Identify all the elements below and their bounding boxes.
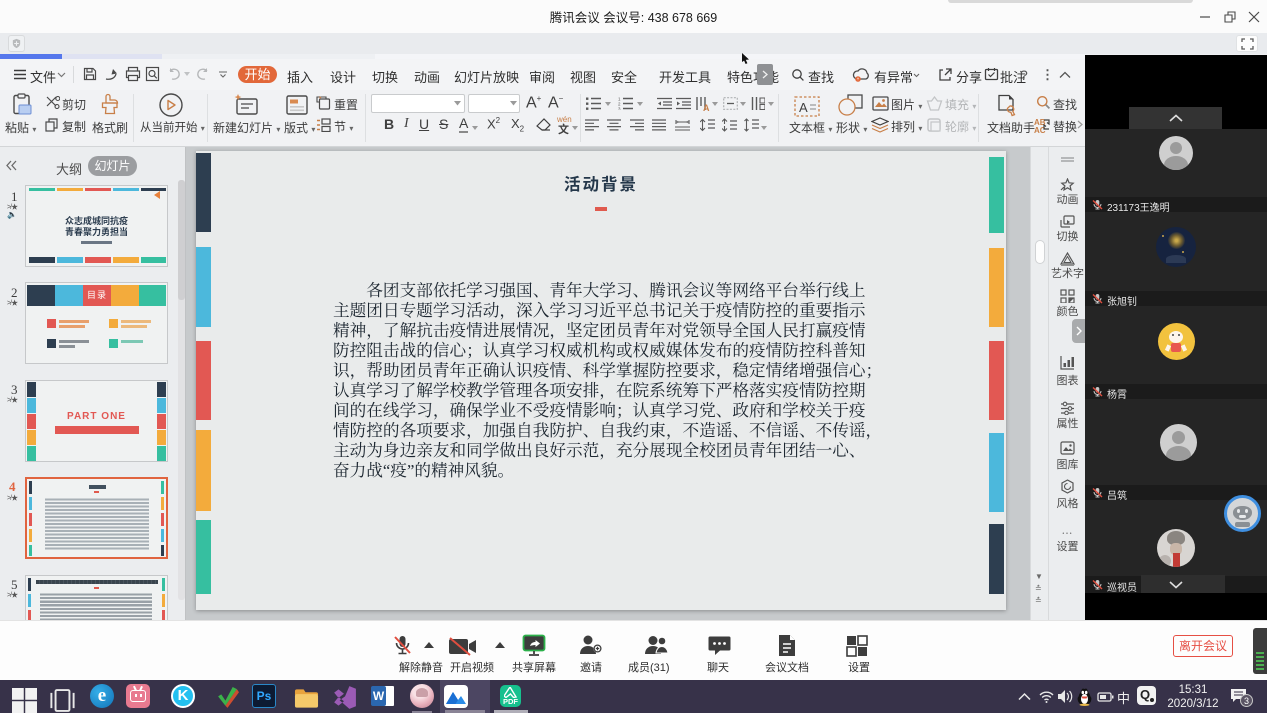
svg-text:A: A (703, 103, 710, 111)
svg-text:A: A (799, 100, 808, 115)
svg-text:3: 3 (618, 106, 621, 110)
